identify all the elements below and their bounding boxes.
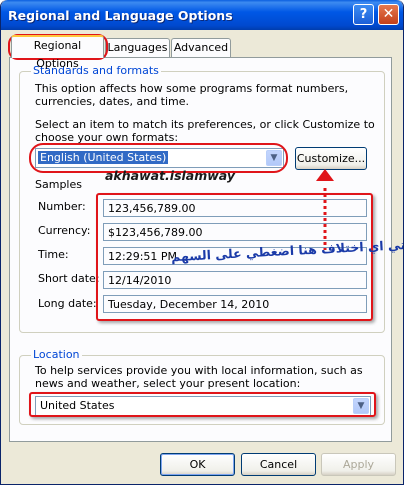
sample-label-time: Time: [38, 248, 69, 261]
ok-label: OK [189, 458, 206, 471]
apply-label: Apply [342, 458, 375, 471]
dialog-window: Regional and Language Options ? ✕ Region… [0, 0, 404, 485]
help-icon: ? [359, 7, 368, 22]
tab-label: Advanced [173, 41, 229, 54]
close-icon: ✕ [382, 6, 395, 22]
cancel-button[interactable]: Cancel [241, 453, 316, 476]
cancel-label: Cancel [259, 458, 298, 471]
tab-label: Regional Options [33, 39, 82, 70]
location-group-title: Location [31, 348, 82, 361]
sample-label-number: Number: [38, 200, 86, 213]
standards-description: This option affects how some programs fo… [35, 82, 349, 108]
tab-languages[interactable]: Languages [105, 38, 170, 57]
help-button[interactable]: ? [353, 4, 374, 25]
watermark-text: akhawat.islamway [105, 168, 236, 183]
arrow-up-icon [316, 169, 334, 181]
tab-advanced[interactable]: Advanced [171, 38, 231, 57]
customize-button[interactable]: Customize... [295, 147, 367, 170]
location-highlight-box [29, 392, 376, 417]
location-description: To help services provide you with local … [35, 364, 363, 390]
sample-label-short-date: Short date: [38, 272, 100, 285]
ok-button[interactable]: OK [160, 453, 235, 476]
sample-label-long-date: Long date: [38, 297, 97, 310]
tab-label: Languages [107, 41, 168, 54]
title-bar[interactable]: Regional and Language Options ? ✕ [1, 0, 403, 30]
dotted-arrow-line [323, 188, 327, 250]
apply-button[interactable]: Apply [321, 453, 396, 476]
close-button[interactable]: ✕ [378, 4, 399, 25]
samples-title: Samples [35, 178, 82, 191]
tab-regional-options[interactable]: Regional Options [11, 35, 104, 70]
sample-label-currency: Currency: [38, 224, 91, 237]
window-title: Regional and Language Options [8, 8, 233, 23]
customize-label: Customize... [296, 152, 366, 165]
standards-instruction: Select an item to match its preferences,… [35, 118, 375, 144]
